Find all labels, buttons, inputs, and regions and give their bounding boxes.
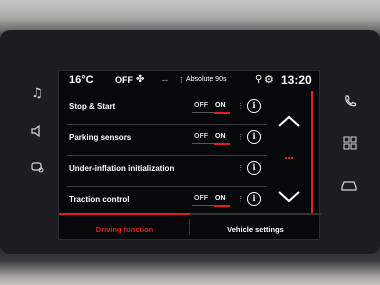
gear-icon[interactable]: ⚙ — [264, 73, 274, 86]
info-icon[interactable]: i — [247, 192, 261, 206]
toggle-on-label: ON — [215, 195, 226, 202]
setting-label: Under-inflation initialization — [69, 164, 175, 173]
fan-icon[interactable]: ✤ — [136, 74, 144, 85]
apps-grid-icon[interactable] — [342, 136, 358, 152]
phone-icon[interactable] — [342, 94, 358, 110]
setting-label: Parking sensors — [69, 133, 132, 142]
radio-station[interactable]: Absolute 90s — [186, 76, 226, 83]
separator-dots: ⋮ — [237, 196, 244, 203]
chevron-up-icon — [278, 115, 300, 127]
toggle-active-bar — [214, 143, 230, 145]
setting-row-under-inflation[interactable]: Under-inflation initialization ⋮ i — [67, 156, 267, 187]
info-icon[interactable]: i — [247, 161, 261, 175]
toggle-active-bar — [214, 112, 230, 114]
chevron-down-icon — [278, 191, 300, 203]
toggle-on-label: ON — [215, 133, 226, 140]
scroll-up-button[interactable] — [275, 113, 303, 135]
setting-label: Traction control — [69, 195, 130, 204]
info-icon[interactable]: i — [247, 130, 261, 144]
separator-dots: ⋮ — [237, 134, 244, 141]
toggle-off-label: OFF — [194, 195, 208, 202]
traction-control-toggle[interactable]: OFF ON — [190, 193, 234, 207]
toggle-active-bar — [214, 205, 230, 207]
cabin-temperature[interactable]: 16°C — [69, 74, 94, 86]
setting-label: Stop & Start — [69, 102, 116, 111]
separator-dots: ⋮ — [237, 165, 244, 172]
info-icon[interactable]: i — [247, 99, 261, 113]
infotainment-screen: 16°C OFF ✤ -- ⁝ Absolute 90s ⚲ ⚙ 13:20 S… — [58, 70, 321, 241]
tab-bar: Driving function Vehicle settings — [59, 213, 321, 241]
scroll-down-button[interactable] — [275, 189, 303, 211]
music-note-icon[interactable]: ♫ — [29, 86, 45, 102]
toggle-off-label: OFF — [194, 102, 208, 109]
clock: 13:20 — [281, 73, 312, 87]
setting-row-parking-sensors: Parking sensors OFF ON ⋮ i — [67, 125, 267, 156]
tab-vehicle-settings[interactable]: Vehicle settings — [190, 213, 321, 241]
radio-separator: ⁝ — [180, 75, 183, 85]
stop-start-toggle[interactable]: OFF ON — [190, 100, 234, 114]
accent-line — [311, 91, 313, 213]
fan-level: -- — [162, 75, 168, 85]
status-bar: 16°C OFF ✤ -- ⁝ Absolute 90s ⚲ ⚙ 13:20 — [59, 71, 321, 91]
toggle-off-label: OFF — [194, 133, 208, 140]
car-settings-icon[interactable] — [29, 160, 45, 176]
ac-state[interactable]: OFF — [115, 75, 133, 85]
setting-row-stop-start: Stop & Start OFF ON ⋮ i — [67, 94, 267, 125]
settings-list: Stop & Start OFF ON ⋮ i Parking sensors … — [67, 94, 267, 218]
separator-dots: ⋮ — [237, 103, 244, 110]
toggle-on-label: ON — [215, 102, 226, 109]
scroll-indicator — [285, 157, 293, 159]
tab-driving-function[interactable]: Driving function — [59, 213, 190, 241]
vehicle-icon[interactable] — [340, 178, 357, 194]
parking-sensors-toggle[interactable]: OFF ON — [190, 131, 234, 145]
location-pin-icon: ⚲ — [255, 74, 263, 85]
volume-icon[interactable] — [29, 124, 45, 140]
